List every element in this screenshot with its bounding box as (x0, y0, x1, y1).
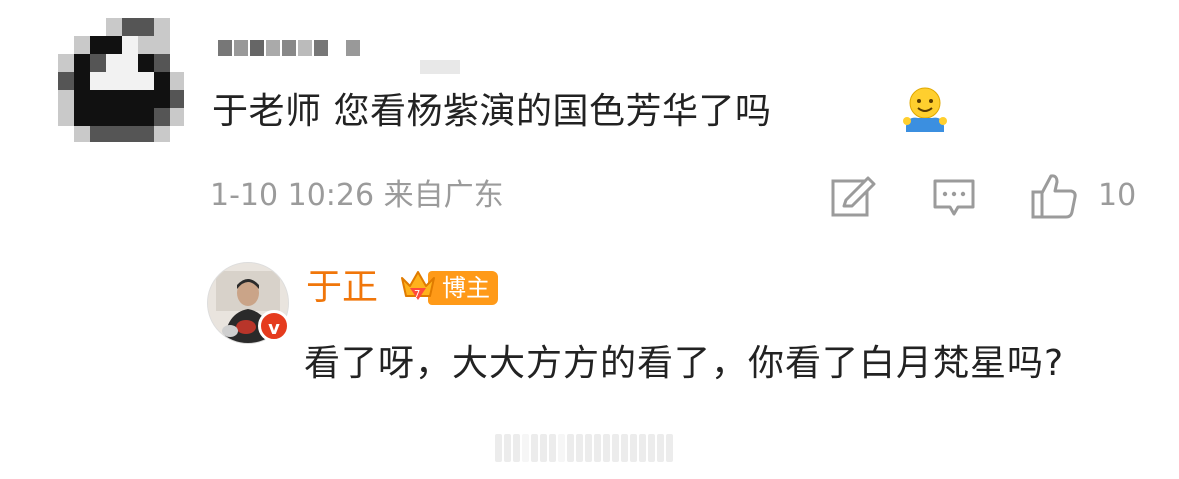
watermark-block (549, 434, 556, 462)
like-count: 10 (1098, 178, 1137, 213)
watermark-block (540, 434, 547, 462)
avatar-pixel (170, 126, 184, 142)
verified-badge-icon: v (258, 310, 290, 342)
thumbs-up-icon[interactable] (1030, 172, 1078, 220)
watermark-block (504, 434, 511, 462)
watermark-block (630, 434, 637, 462)
watermark-block (567, 434, 574, 462)
watermark-block (621, 434, 628, 462)
commenter-badge-blurred (420, 60, 460, 74)
watermark-block (648, 434, 655, 462)
watermark-block (666, 434, 673, 462)
comment-location: 来自广东 (383, 178, 504, 213)
avatar-pixel (170, 90, 184, 108)
watermark-block (513, 434, 520, 462)
avatar-pixel (170, 108, 184, 126)
blogger-tag: 博主 (428, 271, 498, 305)
watermark-block (612, 434, 619, 462)
comment-text: 于老师 您看杨紫演的国色芳华了吗 (212, 91, 772, 132)
svg-text:7: 7 (414, 289, 420, 300)
watermark-block (522, 434, 529, 462)
watermark-block (531, 434, 538, 462)
watermark-block (594, 434, 601, 462)
avatar-pixel (170, 18, 184, 36)
watermark-blurred (495, 434, 673, 462)
comment-icon[interactable] (932, 178, 976, 218)
blogger-tag-label: 博主 (442, 274, 490, 302)
avatar-pixel (170, 72, 184, 90)
crown-icon: 7 (401, 271, 435, 300)
watermark-block (603, 434, 610, 462)
watermark-block (585, 434, 592, 462)
watermark-block (495, 434, 502, 462)
watermark-block (639, 434, 646, 462)
reply-text: 看了呀，大大方方的看了，你看了白月梵星吗? (304, 343, 1065, 384)
comment-meta: 1-10 10:26 来自广东 (210, 176, 504, 216)
avatar-pixel (170, 54, 184, 72)
avatar-pixel (170, 36, 184, 54)
watermark-block (576, 434, 583, 462)
comment-time: 1-10 10:26 (210, 178, 375, 213)
watermark-block (558, 434, 565, 462)
repost-edit-icon[interactable] (830, 176, 876, 218)
commenter-avatar[interactable] (58, 18, 184, 142)
reply-author-name[interactable]: 于正 (306, 266, 378, 310)
commenter-name-blurred[interactable] (218, 40, 360, 56)
watermark-block (657, 434, 664, 462)
hugging-face-emoji (903, 87, 947, 132)
